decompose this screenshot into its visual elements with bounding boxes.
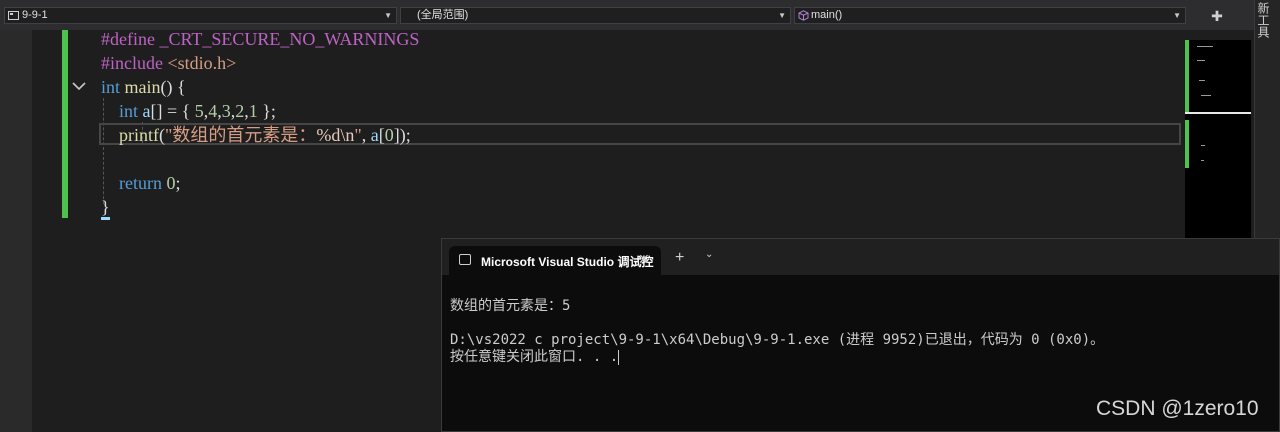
code-line-5: printf("数组的首元素是：%d\n", a[0]); — [119, 125, 411, 145]
watermark: CSDN @1zero10 — [1096, 397, 1259, 420]
minimap-viewport[interactable] — [1185, 112, 1251, 114]
scope-combo-label: (全局范围) — [417, 9, 469, 21]
terminal-output[interactable]: 数组的首元素是：5 D:\vs2022 c project\9-9-1\x64\… — [450, 281, 1104, 366]
code-line-2: #include <stdio.h> — [101, 53, 237, 73]
minimap-line — [1201, 95, 1211, 96]
cube-icon — [798, 10, 809, 21]
project-combo[interactable]: 9-9-1 ▼ — [4, 7, 397, 24]
minimap-line — [1201, 145, 1205, 146]
navigation-bar: 9-9-1 ▼ (全局范围) ▼ main() ▼ ✚ — [0, 0, 1280, 30]
chevron-down-icon: ▼ — [1173, 11, 1181, 20]
code-line-7: return 0; — [119, 173, 181, 193]
split-icon: ✚ — [1211, 8, 1223, 24]
close-icon[interactable]: ✕ — [638, 251, 650, 268]
terminal-tab-title: Microsoft Visual Studio 调试控 — [481, 255, 654, 269]
terminal-line: 按任意键关闭此窗口. . . — [450, 349, 619, 365]
code-line-3: int main() { — [101, 77, 186, 97]
terminal-cursor — [618, 349, 620, 365]
project-combo-label: 9-9-1 — [22, 9, 48, 21]
minimap-change-bar — [1185, 120, 1189, 168]
editor-margin — [0, 30, 32, 432]
terminal-tab[interactable]: Microsoft Visual Studio 调试控 ✕ — [449, 246, 661, 275]
split-editor-button[interactable]: ✚ — [1206, 6, 1228, 26]
member-combo-label: main() — [811, 9, 843, 21]
terminal-icon — [459, 254, 471, 265]
terminal-line: D:\vs2022 c project\9-9-1\x64\Debug\9-9-… — [450, 332, 1105, 348]
terminal-line: 数组的首元素是：5 — [450, 298, 571, 314]
terminal-tab-bar: Microsoft Visual Studio 调试控 ✕ + ⌄ — [442, 239, 1279, 275]
scope-combo[interactable]: (全局范围) ▼ — [400, 7, 791, 24]
class-icon — [8, 11, 19, 20]
minimap-line — [1201, 160, 1204, 161]
minimap-line — [1197, 60, 1205, 61]
member-combo[interactable]: main() ▼ — [794, 7, 1186, 24]
minimap[interactable] — [1185, 40, 1251, 240]
code-line-1: #define _CRT_SECURE_NO_WARNINGS — [101, 29, 420, 49]
minimap-line — [1197, 46, 1213, 47]
plus-icon[interactable]: + — [675, 249, 684, 267]
fold-chevron-icon[interactable] — [71, 78, 87, 94]
chevron-down-icon: ▼ — [384, 11, 392, 20]
minimap-change-bar — [1185, 40, 1189, 113]
code-line-4: int a[] = { 5,4,3,2,1 }; — [119, 101, 276, 121]
side-panel-label: 新工具 — [1256, 2, 1270, 38]
chevron-down-icon: ▼ — [778, 11, 786, 20]
minimap-line — [1199, 80, 1205, 81]
text-cursor — [101, 217, 110, 220]
code-line-8: } — [101, 197, 110, 217]
chevron-down-icon[interactable]: ⌄ — [705, 249, 713, 260]
change-tracking-bar — [62, 30, 68, 218]
side-tool-panel[interactable]: 新工具 — [1254, 0, 1280, 240]
